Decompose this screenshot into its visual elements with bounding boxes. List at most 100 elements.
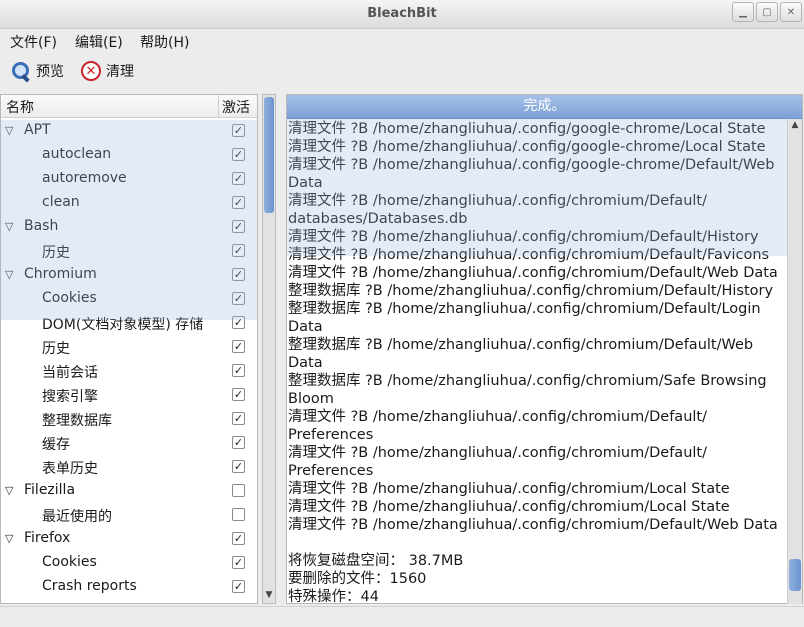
tree-row-label: 整理数据库 [42, 413, 112, 429]
log-line: Bloom [288, 391, 334, 407]
tree-scrollbar[interactable]: ▼ [262, 94, 276, 604]
tree-row-label: Chromium [24, 266, 97, 282]
active-checkbox[interactable]: ✓ [232, 460, 245, 473]
log-line: 整理数据库 ?B /home/zhangliuhua/.config/chrom… [288, 337, 754, 353]
tree-item-row[interactable]: 历史 ✓ [1, 239, 257, 263]
clean-label: 清理 [106, 64, 134, 80]
tree-row-label: autoclean [42, 146, 112, 162]
tree-item-row[interactable]: 历史 ✓ [1, 335, 257, 359]
tree-item-row[interactable]: 缓存 ✓ [1, 431, 257, 455]
toolbar: 预览 ✕ 清理 [0, 53, 804, 91]
tree-row-label: 最近使用的 [42, 509, 112, 525]
log-panel: 完成。 清理文件 ?B /home/zhangliuhua/.config/go… [286, 94, 803, 604]
tree-row-label: Cookies [42, 290, 97, 306]
tree-item-row[interactable]: autoclean ✓ [1, 143, 257, 167]
log-text: 清理文件 ?B /home/zhangliuhua/.config/google… [288, 120, 786, 604]
log-line: 清理文件 ?B /home/zhangliuhua/.config/chromi… [288, 445, 707, 461]
active-checkbox[interactable]: ✓ [232, 244, 245, 257]
tree-row-label: Bash [24, 218, 59, 234]
log-line: 特殊操作：44 [288, 589, 379, 604]
preview-label: 预览 [36, 64, 64, 80]
expander-arrow-icon[interactable]: ▽ [5, 220, 13, 233]
active-checkbox[interactable]: ✓ [232, 556, 245, 569]
log-line: 将恢复磁盘空间： 38.7MB [288, 553, 464, 569]
scroll-up-arrow-icon[interactable]: ▲ [789, 120, 801, 132]
tree-group-row[interactable]: ▽ Filezilla [1, 479, 257, 503]
active-checkbox[interactable]: ✓ [232, 196, 245, 209]
active-checkbox[interactable]: ✓ [232, 364, 245, 377]
active-checkbox[interactable]: ✓ [232, 388, 245, 401]
active-checkbox[interactable]: ✓ [232, 316, 245, 329]
active-checkbox[interactable]: ✓ [232, 268, 245, 281]
active-checkbox[interactable]: ✓ [232, 436, 245, 449]
active-checkbox[interactable]: ✓ [232, 124, 245, 137]
menu-help[interactable]: 帮助(H) [140, 32, 189, 52]
menu-file[interactable]: 文件(F) [10, 32, 57, 52]
tree-group-row[interactable]: ▽ Chromium ✓ [1, 263, 257, 287]
tree-row-label: 缓存 [42, 437, 70, 453]
column-name-header[interactable]: 名称 [6, 97, 34, 117]
tree-item-row[interactable]: Cookies ✓ [1, 287, 257, 311]
active-checkbox[interactable]: ✓ [232, 292, 245, 305]
log-scrollbar-thumb[interactable] [789, 559, 801, 591]
minimize-button[interactable]: ▁ [732, 2, 754, 22]
log-line: 清理文件 ?B /home/zhangliuhua/.config/google… [288, 121, 766, 137]
active-checkbox[interactable]: ✓ [232, 172, 245, 185]
tree-row-label: clean [42, 194, 80, 210]
tree-scrollbar-thumb[interactable] [264, 97, 274, 213]
tree-group-row[interactable]: ▽ Bash ✓ [1, 215, 257, 239]
tree-item-row[interactable]: 最近使用的 [1, 503, 257, 527]
log-line: Preferences [288, 463, 374, 479]
log-line: 清理文件 ?B /home/zhangliuhua/.config/chromi… [288, 193, 707, 209]
log-line: 清理文件 ?B /home/zhangliuhua/.config/chromi… [288, 481, 730, 497]
expander-arrow-icon[interactable]: ▽ [5, 268, 13, 281]
tree-row-label: 表单历史 [42, 461, 98, 477]
log-line: 清理文件 ?B /home/zhangliuhua/.config/google… [288, 139, 766, 155]
tree-item-row[interactable]: 搜索引擎 ✓ [1, 383, 257, 407]
tree-item-row[interactable]: clean ✓ [1, 191, 257, 215]
active-checkbox[interactable]: ✓ [232, 220, 245, 233]
maximize-button[interactable]: ▢ [756, 2, 778, 22]
tree-item-row[interactable]: 当前会话 ✓ [1, 359, 257, 383]
close-button[interactable]: ✕ [780, 2, 802, 22]
tree-row-label: APT [24, 122, 51, 138]
active-checkbox[interactable] [232, 484, 245, 497]
scroll-down-arrow-icon[interactable]: ▼ [264, 590, 274, 602]
active-checkbox[interactable]: ✓ [232, 340, 245, 353]
log-line: Preferences [288, 427, 374, 443]
tree-row-label: Crash reports [42, 578, 137, 594]
expander-arrow-icon[interactable]: ▽ [5, 484, 13, 497]
expander-arrow-icon[interactable]: ▽ [5, 124, 13, 137]
log-scrollbar[interactable]: ▲ [787, 119, 802, 604]
tree-item-row[interactable]: 表单历史 ✓ [1, 455, 257, 479]
tree-item-row[interactable]: Crash reports ✓ [1, 575, 257, 599]
status-bar [0, 606, 804, 627]
active-checkbox[interactable]: ✓ [232, 148, 245, 161]
title-bar: BleachBit ▁ ▢ ✕ [0, 0, 804, 29]
active-checkbox[interactable]: ✓ [232, 580, 245, 593]
column-active-header[interactable]: 激活 [222, 97, 250, 117]
menu-edit[interactable]: 编辑(E) [75, 32, 123, 52]
tree-item-row[interactable]: DOM(文档对象模型) 存储 ✓ [1, 311, 257, 335]
log-line: 要删除的文件：1560 [288, 571, 427, 587]
expander-arrow-icon[interactable]: ▽ [5, 532, 13, 545]
log-line: Data [288, 319, 323, 335]
log-line: 清理文件 ?B /home/zhangliuhua/.config/google… [288, 157, 775, 173]
tree-row-label: 历史 [42, 341, 70, 357]
active-checkbox[interactable]: ✓ [232, 412, 245, 425]
clean-button[interactable]: ✕ 清理 [81, 61, 134, 81]
search-icon [11, 61, 31, 83]
tree-row-label: autoremove [42, 170, 127, 186]
tree-group-row[interactable]: ▽ Firefox ✓ [1, 527, 257, 551]
menu-bar: 文件(F) 编辑(E) 帮助(H) [0, 29, 804, 51]
tree-item-row[interactable]: 整理数据库 ✓ [1, 407, 257, 431]
log-line: Data [288, 355, 323, 371]
active-checkbox[interactable]: ✓ [232, 532, 245, 545]
preview-button[interactable]: 预览 [11, 61, 64, 83]
tree-group-row[interactable]: ▽ APT ✓ [1, 119, 257, 143]
tree-item-row[interactable]: Cookies ✓ [1, 551, 257, 575]
log-line: 整理数据库 ?B /home/zhangliuhua/.config/chrom… [288, 373, 767, 389]
log-line: 清理文件 ?B /home/zhangliuhua/.config/chromi… [288, 517, 778, 533]
active-checkbox[interactable] [232, 508, 245, 521]
tree-item-row[interactable]: autoremove ✓ [1, 167, 257, 191]
